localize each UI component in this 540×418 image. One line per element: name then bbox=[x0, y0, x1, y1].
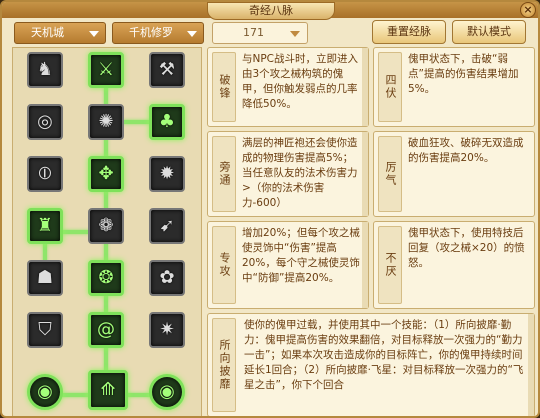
node-1[interactable]: ⚔ bbox=[88, 52, 124, 88]
reset-meridian-button[interactable]: 重置经脉 bbox=[372, 20, 446, 44]
type-dropdown[interactable]: 千机修罗 bbox=[112, 22, 204, 44]
ability-name: 专攻 bbox=[212, 226, 236, 304]
node-5[interactable]: ♣ bbox=[149, 104, 185, 140]
node-0[interactable]: ♞ bbox=[27, 52, 63, 88]
close-button[interactable]: × bbox=[520, 2, 536, 18]
vortex-icon: @ bbox=[97, 319, 115, 340]
coil-right-icon: ◉ bbox=[159, 381, 175, 402]
node-13[interactable]: ❂ bbox=[88, 260, 124, 296]
scrollbar[interactable] bbox=[362, 48, 368, 126]
node-16[interactable]: @ bbox=[88, 312, 124, 348]
mask-icon: ☗ bbox=[36, 267, 54, 288]
window-title: 奇经八脉 bbox=[207, 2, 335, 20]
node-15[interactable]: ⛉ bbox=[27, 312, 63, 348]
node-10[interactable]: ❁ bbox=[88, 208, 124, 244]
clamp-icon: ⦶ bbox=[38, 163, 52, 184]
burst-icon: ✷ bbox=[159, 319, 175, 340]
slash-icon: ⚔ bbox=[97, 59, 115, 80]
scrollbar[interactable] bbox=[362, 132, 368, 216]
ability-description: 傀甲状态下，使用特技后回复（攻之械×20）的愤怒。 bbox=[408, 227, 525, 269]
chevron-down-icon bbox=[187, 31, 197, 37]
node-2[interactable]: ⚒ bbox=[149, 52, 185, 88]
coil-left-icon: ◉ bbox=[37, 381, 53, 402]
scrollbar[interactable] bbox=[528, 314, 534, 416]
hammer-icon: ⚒ bbox=[158, 59, 176, 80]
gear-flower-icon: ❁ bbox=[98, 215, 114, 236]
node-11[interactable]: ➹ bbox=[149, 208, 185, 244]
ability-description: 傀甲状态下，击破“弱点”提高的伤害结果增加5%。 bbox=[408, 53, 519, 95]
ability-name: 破锋 bbox=[212, 52, 236, 122]
ability-card[interactable]: 四伏 傀甲状态下，击破“弱点”提高的伤害结果增加5%。 bbox=[373, 47, 535, 127]
node-9[interactable]: ♜ bbox=[27, 208, 63, 244]
level-dropdown[interactable]: 171 bbox=[212, 22, 308, 44]
scrollbar[interactable] bbox=[362, 222, 368, 308]
guardian-icon: ♜ bbox=[36, 215, 54, 236]
ability-card[interactable]: 厉气 破血狂攻、破碎无双造成的伤害提高20%。 bbox=[373, 131, 535, 217]
node-19[interactable]: ⟰ bbox=[88, 370, 128, 410]
flower-icon: ✿ bbox=[159, 267, 175, 288]
ability-name: 不厌 bbox=[378, 226, 402, 304]
ability-name: 厉气 bbox=[378, 136, 402, 212]
window-frame: 奇经八脉 × 天机城 千机修罗 171 重置经脉 默认模式 ♞ ⚔ ⚒ ◎ ✺ … bbox=[0, 0, 540, 418]
ability-card[interactable]: 不厌 傀甲状态下，使用特技后回复（攻之械×20）的愤怒。 bbox=[373, 221, 535, 309]
flame-claw-icon: ✥ bbox=[98, 163, 114, 184]
ability-description-panel: 破锋 与NPC战斗时，立即进入由3个攻之械构筑的傀甲，但你触发弱点的几率降低50… bbox=[207, 47, 537, 416]
spiral-box-icon: ❂ bbox=[98, 267, 114, 288]
node-7[interactable]: ✥ bbox=[88, 156, 124, 192]
node-12[interactable]: ☗ bbox=[27, 260, 63, 296]
ability-description: 与NPC战斗时，立即进入由3个攻之械构筑的傀甲，但你触发弱点的几率降低50%。 bbox=[242, 53, 359, 110]
node-4[interactable]: ✺ bbox=[88, 104, 124, 140]
node-3[interactable]: ◎ bbox=[27, 104, 63, 140]
ability-card[interactable]: 破锋 与NPC战斗时，立即进入由3个攻之械构筑的傀甲，但你触发弱点的几率降低50… bbox=[207, 47, 369, 127]
ability-description: 破血狂攻、破碎无双造成的伤害提高20%。 bbox=[408, 137, 524, 164]
school-dropdown-value: 天机城 bbox=[31, 26, 64, 39]
ability-description: 增加20%；但每个攻之械使灵饰中“伤害”提高20%，每个守之械使灵饰中“防御”提… bbox=[242, 227, 360, 284]
shield-icon: ⛉ bbox=[38, 319, 52, 340]
ability-card[interactable]: 旁通 满层的神匠袍还会使你造成的物理伤害提高5%；当任意队友的法术伤害力>（你的… bbox=[207, 131, 369, 217]
fire-icon: ✺ bbox=[98, 111, 114, 132]
type-dropdown-value: 千机修罗 bbox=[129, 26, 173, 39]
node-17[interactable]: ✷ bbox=[149, 312, 185, 348]
meridian-tree-panel: ♞ ⚔ ⚒ ◎ ✺ ♣ ⦶ ✥ ✹ ♜ ❁ ➹ ☗ ❂ ✿ ⛉ @ ✷ ◉ ⟰ … bbox=[12, 47, 202, 416]
node-6[interactable]: ⦶ bbox=[27, 156, 63, 192]
level-value: 171 bbox=[243, 26, 264, 39]
chevron-down-icon bbox=[89, 31, 99, 37]
green-tree-icon: ♣ bbox=[158, 111, 176, 132]
default-mode-button[interactable]: 默认模式 bbox=[452, 20, 526, 44]
chevron-down-icon bbox=[290, 31, 300, 37]
school-dropdown[interactable]: 天机城 bbox=[14, 22, 106, 44]
splash-icon: ✹ bbox=[159, 163, 175, 184]
ability-name: 四伏 bbox=[378, 52, 402, 122]
target-icon: ◎ bbox=[37, 111, 53, 132]
ability-name: 所向披靡 bbox=[212, 318, 236, 412]
ability-name: 旁通 bbox=[212, 136, 236, 212]
node-14[interactable]: ✿ bbox=[149, 260, 185, 296]
ability-card-ultimate[interactable]: 所向披靡 使你的傀甲过载，并使用其中一个技能：（1）所向披靡·勤力：傀甲提高伤害… bbox=[207, 313, 535, 416]
node-8[interactable]: ✹ bbox=[149, 156, 185, 192]
ability-card[interactable]: 专攻 增加20%；但每个攻之械使灵饰中“伤害”提高20%，每个守之械使灵饰中“防… bbox=[207, 221, 369, 309]
ability-description: 满层的神匠袍还会使你造成的物理伤害提高5%；当任意队友的法术伤害力>（你的法术伤… bbox=[242, 137, 358, 209]
node-20[interactable]: ◉ bbox=[149, 374, 185, 410]
crossbow-icon: ⟰ bbox=[100, 379, 116, 400]
beast-icon: ♞ bbox=[36, 59, 54, 80]
speed-icon: ➹ bbox=[159, 215, 175, 236]
ability-description: 使你的傀甲过载，并使用其中一个技能：（1）所向披靡·勤力：傀甲提高伤害的效果翻倍… bbox=[244, 319, 524, 391]
node-18[interactable]: ◉ bbox=[27, 374, 63, 410]
